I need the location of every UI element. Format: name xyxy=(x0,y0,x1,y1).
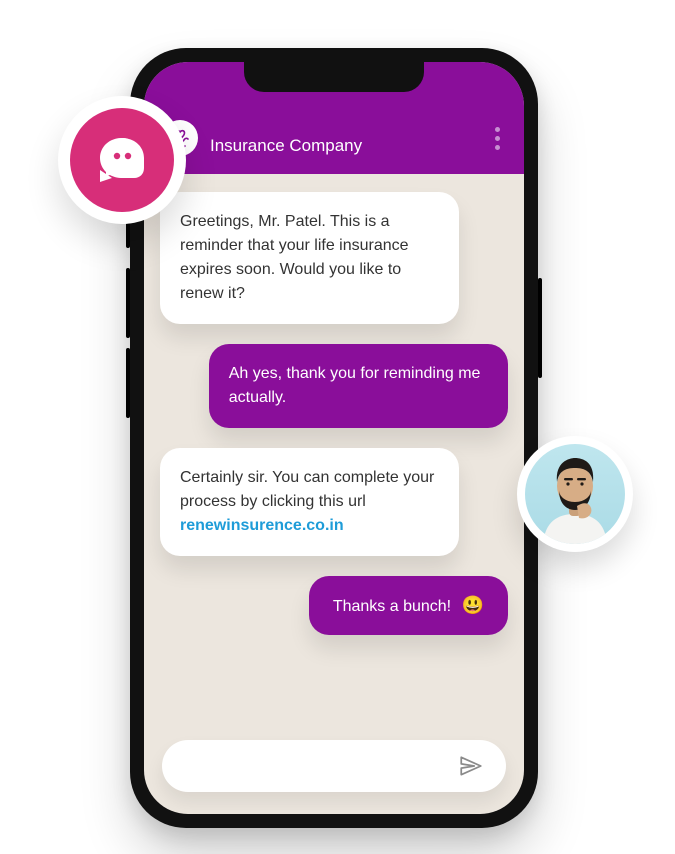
kebab-dot-icon xyxy=(495,127,500,132)
phone-screen: Insurance Company Greetings, Mr. Patel. … xyxy=(144,62,524,814)
brand-title: Insurance Company xyxy=(210,136,477,156)
kebab-menu[interactable] xyxy=(489,121,506,156)
send-button[interactable] xyxy=(452,747,490,785)
phone-frame: Insurance Company Greetings, Mr. Patel. … xyxy=(130,48,538,828)
chat-badge xyxy=(58,96,186,224)
message-user: Ah yes, thank you for reminding me actua… xyxy=(209,344,508,428)
phone-notch xyxy=(244,62,424,92)
side-button xyxy=(126,268,130,338)
kebab-dot-icon xyxy=(495,136,500,141)
message-text: Greetings, Mr. Patel. This is a reminder… xyxy=(180,213,409,302)
kebab-dot-icon xyxy=(495,145,500,150)
message-input[interactable] xyxy=(184,757,452,775)
side-button xyxy=(126,348,130,418)
messages-list: Greetings, Mr. Patel. This is a reminder… xyxy=(144,174,524,726)
message-user: Thanks a bunch! 😃 xyxy=(309,576,508,635)
emoji-icon: 😃 xyxy=(462,595,484,615)
avatar-image xyxy=(525,444,625,544)
input-bar xyxy=(144,726,524,814)
message-bot: Certainly sir. You can complete your pro… xyxy=(160,448,459,556)
send-icon xyxy=(458,753,484,779)
message-text: Ah yes, thank you for reminding me actua… xyxy=(229,365,481,406)
user-avatar xyxy=(517,436,633,552)
message-link[interactable]: renewinsurence.co.in xyxy=(180,517,344,534)
message-bot: Greetings, Mr. Patel. This is a reminder… xyxy=(160,192,459,324)
side-button xyxy=(538,278,542,378)
message-input-container xyxy=(162,740,506,792)
chat-bubble-icon xyxy=(70,108,174,212)
message-text: Thanks a bunch! xyxy=(333,598,456,615)
message-text: Certainly sir. You can complete your pro… xyxy=(180,469,434,510)
